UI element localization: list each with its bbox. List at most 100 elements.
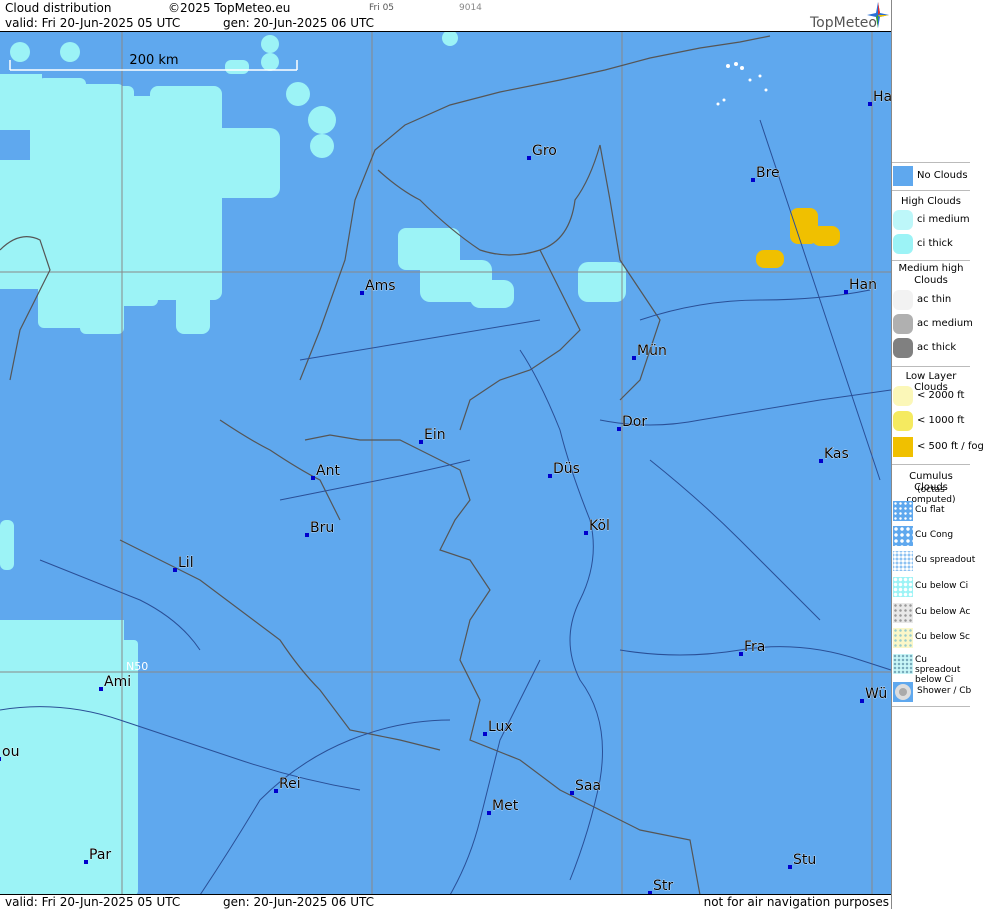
low-2000-swatch	[893, 386, 913, 406]
shower-swatch	[893, 682, 913, 702]
footer-valid-time: valid: Fri 20-Jun-2025 05 UTC	[5, 895, 181, 909]
legend-panel: No Clouds High Clouds ci medium ci thick…	[891, 0, 983, 909]
city-label: Düs	[553, 461, 580, 477]
ci-medium-swatch	[893, 210, 913, 230]
city-label: Par	[89, 847, 111, 863]
legend-ac-thick: ac thick	[892, 338, 972, 360]
city-label: Lux	[488, 719, 513, 735]
city-label: Ams	[365, 278, 396, 294]
city-marker	[617, 427, 621, 431]
legend-no-clouds: No Clouds	[892, 166, 972, 188]
map-footer: valid: Fri 20-Jun-2025 05 UTC gen: 20-Ju…	[0, 894, 891, 910]
city-label: Str	[653, 878, 673, 894]
footer-generated-time: gen: 20-Jun-2025 06 UTC	[223, 895, 375, 909]
run-label: Fri 05	[369, 3, 395, 13]
legend-cu-cong: Cu Cong	[892, 526, 972, 548]
map-title: Cloud distribution	[5, 1, 112, 15]
city-marker	[274, 789, 278, 793]
legend-ac-medium: ac medium	[892, 314, 973, 336]
scale-label: 200 km	[129, 53, 178, 68]
city-marker	[173, 568, 177, 572]
legend-cu-spread: Cu spreadout	[892, 551, 975, 573]
city-marker	[311, 476, 315, 480]
city-label: Met	[492, 798, 519, 814]
city-marker	[84, 860, 88, 864]
shower-cloud-icon	[895, 684, 911, 700]
generated-time: gen: 20-Jun-2025 06 UTC	[223, 16, 375, 30]
cu-cong-swatch	[893, 526, 913, 546]
city-marker	[483, 732, 487, 736]
legend-low-1000: < 1000 ft	[892, 411, 972, 433]
city-marker	[844, 290, 848, 294]
city-marker	[819, 459, 823, 463]
city-marker	[487, 811, 491, 815]
city-label: Gro	[532, 143, 557, 159]
city-marker	[360, 291, 364, 295]
legend-ac-thin: ac thin	[892, 290, 972, 312]
low-500-swatch	[893, 437, 913, 457]
ci-thick-swatch	[893, 234, 913, 254]
city-label: Han	[849, 277, 877, 293]
low-1000-swatch	[893, 411, 913, 431]
cu-spread-ci-swatch	[893, 654, 913, 674]
cloud-map[interactable]: 200 km N50 Ha Gro Bre Ams Han Mün Ein Dor Ant Düs…	[0, 32, 891, 895]
city-marker	[570, 791, 574, 795]
city-label: Wü	[865, 686, 887, 702]
valid-time: valid: Fri 20-Jun-2025 05 UTC	[5, 16, 181, 30]
city-label: Fra	[744, 639, 765, 655]
city-label: ou	[2, 744, 19, 760]
legend-medium-title: Medium high Clouds	[898, 263, 964, 286]
legend-low-2000: < 2000 ft	[892, 386, 972, 408]
cu-below-sc-swatch	[893, 628, 913, 648]
city-label: Stu	[793, 852, 816, 868]
city-label: Mün	[637, 343, 667, 359]
city-marker	[860, 699, 864, 703]
city-marker	[548, 474, 552, 478]
legend-cu-flat: Cu flat	[892, 501, 972, 523]
legend-high-title: High Clouds	[901, 196, 961, 207]
map-header: Cloud distribution ©2025 TopMeteo.eu Fri…	[0, 0, 891, 32]
city-marker	[584, 531, 588, 535]
city-marker	[868, 102, 872, 106]
legend-cu-spread-ci: Cu spreadout below Ci	[892, 654, 972, 685]
city-marker	[788, 865, 792, 869]
legend-ci-medium: ci medium	[892, 210, 972, 232]
ac-thin-swatch	[893, 290, 913, 310]
city-label: Lil	[178, 555, 194, 571]
legend-ci-thick: ci thick	[892, 234, 972, 256]
cu-below-ci-swatch	[893, 577, 913, 597]
legend-shower: Shower / Cb	[892, 682, 972, 704]
city-label: Rei	[279, 776, 301, 792]
city-label: Köl	[589, 518, 610, 534]
city-label: Ha	[873, 89, 891, 105]
legend-low-500: < 500 ft / fog	[892, 437, 983, 459]
cu-below-ac-swatch	[893, 603, 913, 623]
compass-logo-icon	[867, 2, 889, 28]
city-marker	[419, 440, 423, 444]
city-marker	[632, 356, 636, 360]
copyright-text: ©2025 TopMeteo.eu	[168, 1, 291, 15]
no-clouds-swatch	[893, 166, 913, 186]
legend-cu-below-ci: Cu below Ci	[892, 577, 972, 599]
city-marker	[739, 652, 743, 656]
city-marker	[527, 156, 531, 160]
city-label: Bre	[756, 165, 780, 181]
city-label: Bru	[310, 520, 334, 536]
city-label: Saa	[575, 778, 601, 794]
ac-thick-swatch	[893, 338, 913, 358]
city-label: Ant	[316, 463, 340, 479]
city-marker	[0, 757, 1, 761]
city-marker	[99, 687, 103, 691]
legend-cu-below-sc: Cu below Sc	[892, 628, 972, 650]
disclaimer: not for air navigation purposes	[703, 895, 889, 909]
ac-medium-swatch	[893, 314, 913, 334]
city-marker	[751, 178, 755, 182]
cu-spread-swatch	[893, 551, 913, 571]
map-canvas: 200 km N50 Ha Gro Bre Ams Han Mün Ein Dor Ant Düs…	[0, 32, 891, 895]
latitude-label: N50	[126, 660, 148, 673]
city-marker	[305, 533, 309, 537]
cu-flat-swatch	[893, 501, 913, 521]
city-label: Ein	[424, 427, 446, 443]
city-label: Dor	[622, 414, 647, 430]
city-label: Kas	[824, 446, 849, 462]
